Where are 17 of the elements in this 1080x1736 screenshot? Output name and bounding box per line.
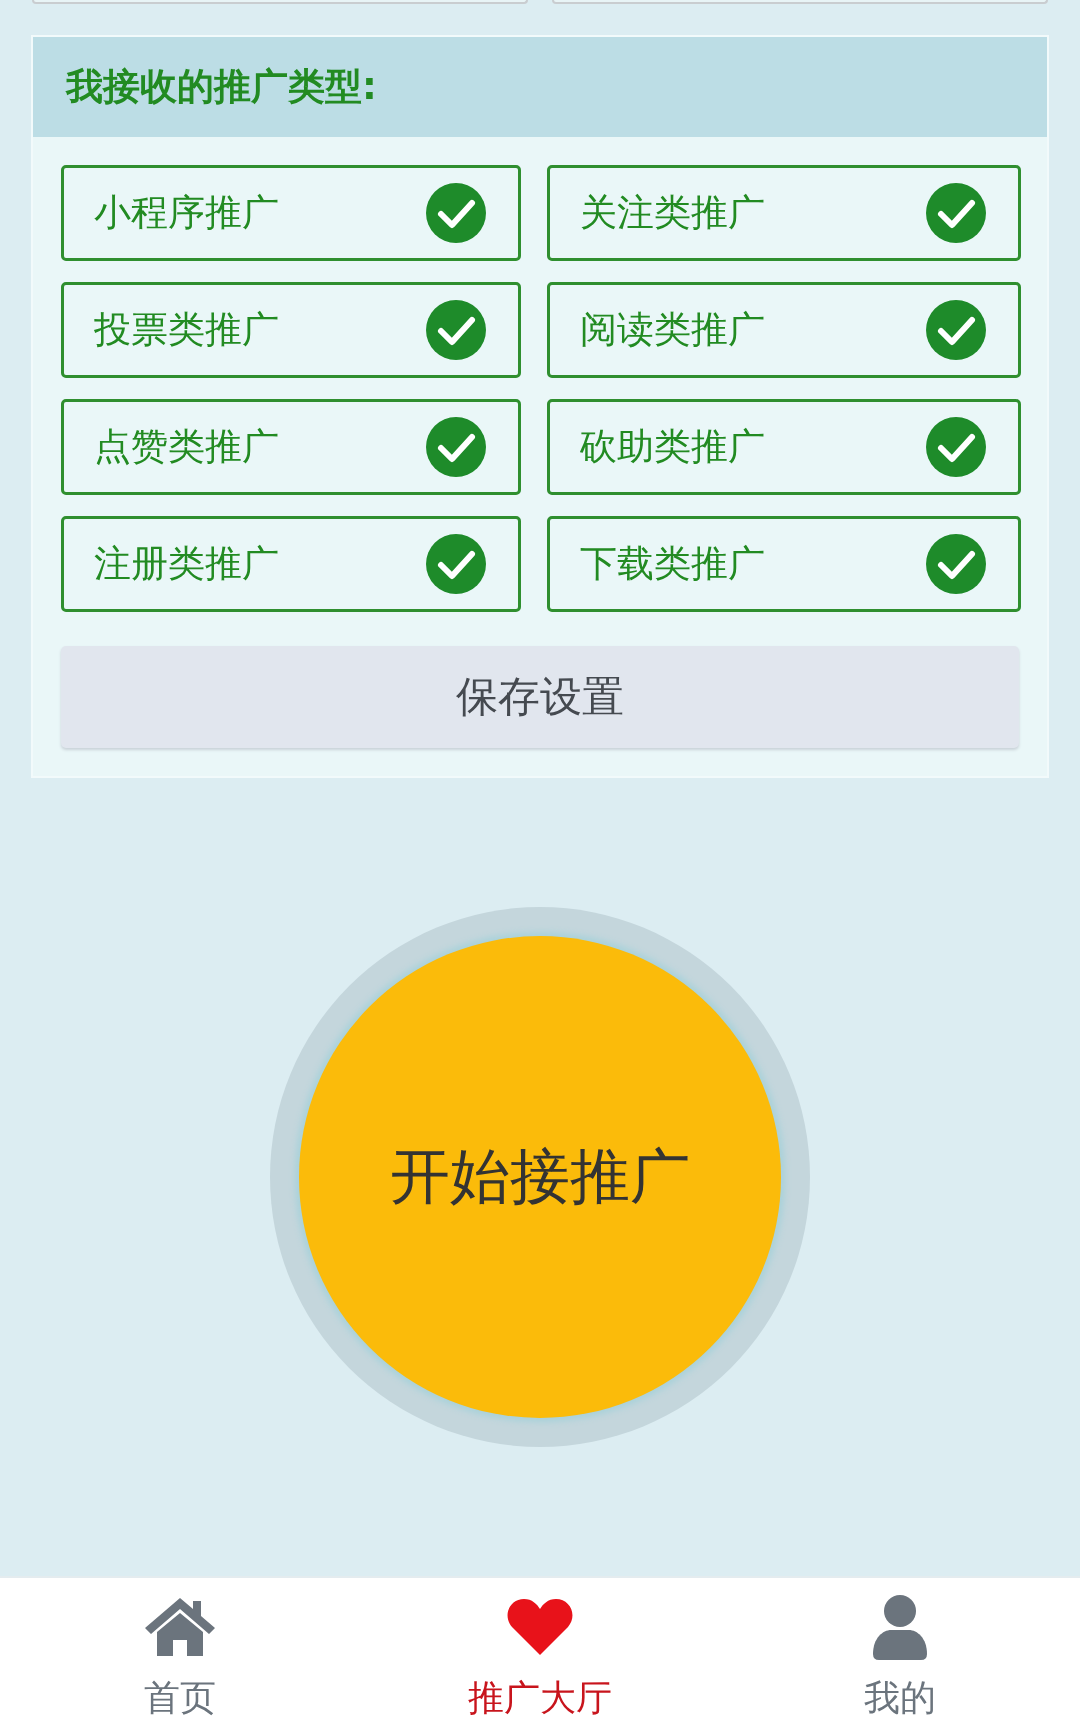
option-item[interactable]: 下载类推广 [547,516,1021,612]
option-item[interactable]: 砍助类推广 [547,399,1021,495]
option-item[interactable]: 阅读类推广 [547,282,1021,378]
panel-title: 我接收的推广类型: [66,64,377,110]
start-button[interactable]: 开始接推广 [299,936,781,1418]
option-item[interactable]: 投票类推广 [61,282,521,378]
nav-tab[interactable]: 首页 [0,1578,360,1736]
nav-tab[interactable]: 推广大厅 [360,1578,720,1736]
option-item[interactable]: 关注类推广 [547,165,1021,261]
user-icon [871,1594,929,1660]
heart-icon [506,1597,574,1657]
home-icon [143,1596,217,1658]
option-item[interactable]: 点赞类推广 [61,399,521,495]
option-item[interactable]: 注册类推广 [61,516,521,612]
option-item[interactable]: 小程序推广 [61,165,521,261]
nav-tab[interactable]: 我的 [720,1578,1080,1736]
save-button[interactable]: 保存设置 [61,646,1019,748]
